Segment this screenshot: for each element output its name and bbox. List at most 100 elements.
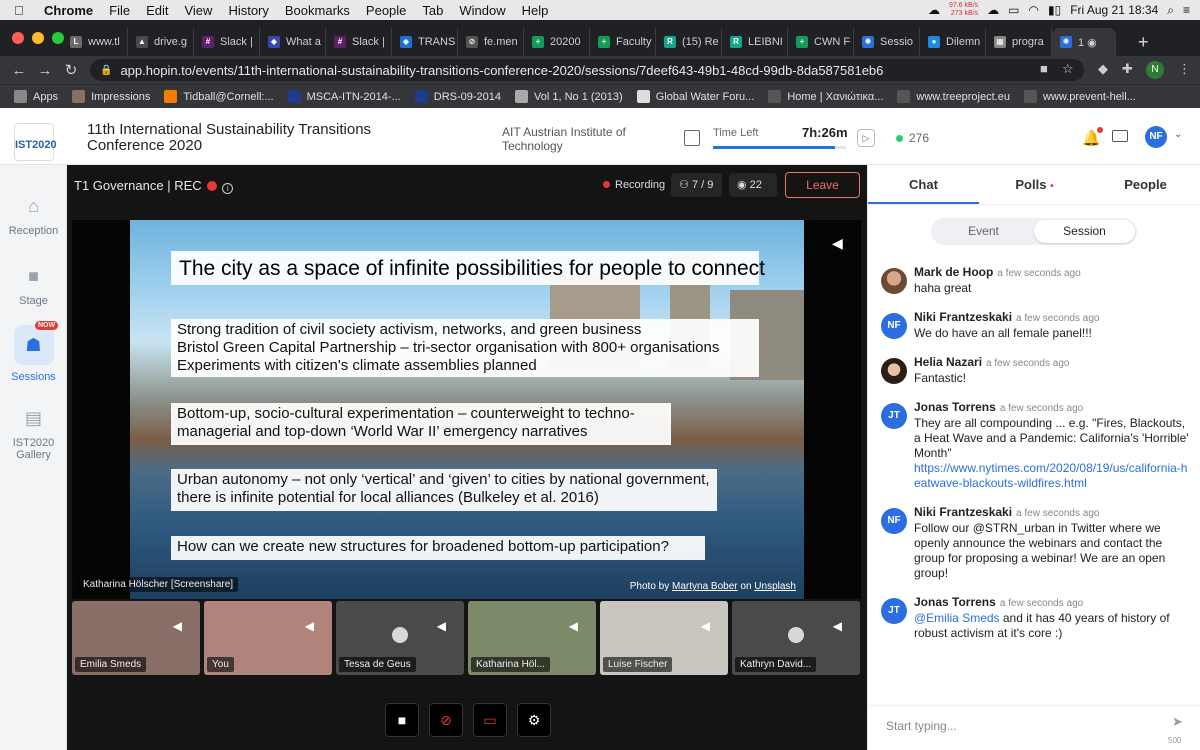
lock-icon[interactable]: 🔒 <box>100 65 112 76</box>
browser-tab[interactable]: # Slack | <box>194 28 260 56</box>
tab-people[interactable]: People <box>1090 165 1200 204</box>
segment-event[interactable]: Event <box>933 220 1034 243</box>
mail-icon[interactable] <box>1112 130 1128 142</box>
nav-reception[interactable]: ⌂ Reception <box>0 193 67 238</box>
speaker-icon[interactable]: ◀ <box>701 619 710 633</box>
star-icon[interactable]: ☆ <box>1062 61 1074 77</box>
bookmark-item[interactable]: Global Water Foru... <box>636 90 754 103</box>
forward-icon[interactable]: → <box>32 62 58 79</box>
settings-gear-button[interactable]: ⚙ <box>517 703 551 737</box>
message-author[interactable]: Niki Frantzeskaki a few seconds ago <box>914 505 1189 519</box>
bookmark-item[interactable]: Tidball@Cornell:... <box>164 90 274 103</box>
menu-help[interactable]: Help <box>522 3 549 18</box>
mic-muted-button[interactable]: ⊘ <box>429 703 463 737</box>
message-author[interactable]: Mark de Hoop a few seconds ago <box>914 265 1189 279</box>
back-icon[interactable]: ← <box>6 62 32 79</box>
user-avatar[interactable]: NF <box>1145 126 1167 148</box>
browser-tab[interactable]: ▦ progra <box>986 28 1052 56</box>
menu-view[interactable]: View <box>184 3 212 18</box>
message-author[interactable]: Niki Frantzeskaki a few seconds ago <box>914 310 1189 324</box>
battery-icon[interactable]: ▮▯ <box>1048 3 1061 17</box>
calendar-icon[interactable] <box>684 130 700 146</box>
chat-input[interactable] <box>886 716 1156 736</box>
send-icon[interactable]: ➤ <box>1172 714 1183 730</box>
mention-link[interactable]: @Emilia Smeds <box>914 611 1000 625</box>
message-author[interactable]: Jonas Torrens a few seconds ago <box>914 400 1189 414</box>
apple-icon[interactable]:  <box>14 3 32 18</box>
browser-tab[interactable]: ⊘ fe.men <box>458 28 524 56</box>
browser-tab[interactable]: R LEIBNI <box>722 28 788 56</box>
browser-tab[interactable]: ✺ Sessio <box>854 28 920 56</box>
menu-tab[interactable]: Tab <box>422 3 443 18</box>
participant-tile[interactable]: ◀ Tessa de Geus <box>336 601 464 675</box>
tab-chat[interactable]: Chat <box>868 165 979 204</box>
organizer-name[interactable]: AIT Austrian Institute of Technology <box>502 125 662 153</box>
avatar[interactable] <box>881 268 907 294</box>
menubar-clock[interactable]: Fri Aug 21 18:34 <box>1070 3 1158 17</box>
menu-history[interactable]: History <box>228 3 268 18</box>
display-icon[interactable]: ▭ <box>1008 3 1019 17</box>
bookmark-item[interactable]: Apps <box>14 90 58 103</box>
browser-tab[interactable]: + CWN F <box>788 28 854 56</box>
participants-count[interactable]: ⚇ 7 / 9 <box>671 173 722 197</box>
nav-gallery[interactable]: ▤ IST2020 Gallery <box>0 405 67 462</box>
browser-tab[interactable]: ✺ 1 ◉ <box>1052 28 1116 56</box>
avatar[interactable]: JT <box>881 403 907 429</box>
more-menu-icon[interactable]: ⋮ <box>1178 61 1191 77</box>
minimize-window-button[interactable] <box>32 32 44 44</box>
bookmark-item[interactable]: www.treeproject.eu <box>897 90 1010 103</box>
viewers-count[interactable]: ◉ 22 <box>729 173 777 197</box>
message-link[interactable]: https://www.nytimes.com/2020/08/19/us/ca… <box>914 461 1189 491</box>
segment-session[interactable]: Session <box>1034 220 1135 243</box>
control-center-icon[interactable]: ≡ <box>1183 3 1190 17</box>
avatar[interactable]: JT <box>881 598 907 624</box>
new-tab-button[interactable]: + <box>1138 28 1149 56</box>
browser-tab[interactable]: ▲ drive.g <box>128 28 194 56</box>
search-icon[interactable]: ⌕ <box>1167 3 1174 18</box>
speaker-icon[interactable]: ◀ <box>305 619 314 633</box>
wifi-icon[interactable]: ◠ <box>1028 3 1038 17</box>
participant-tile[interactable]: ◀ Kathryn David... <box>732 601 860 675</box>
bookmark-item[interactable]: MSCA-ITN-2014-... <box>287 90 401 103</box>
nav-stage[interactable]: ■ Stage <box>0 263 67 308</box>
browser-tab[interactable]: R (15) Re <box>656 28 722 56</box>
avatar[interactable] <box>881 358 907 384</box>
collapse-panel-button[interactable]: ▷ <box>857 129 875 147</box>
speaker-icon[interactable]: ◀ <box>173 619 182 633</box>
address-bar[interactable]: 🔒 app.hopin.to/events/11th-international… <box>90 59 1084 81</box>
screenshare-stop-button[interactable]: ▭ <box>473 703 507 737</box>
browser-tab[interactable]: ● Dilemn <box>920 28 986 56</box>
speaker-icon[interactable]: ◀ <box>437 619 446 633</box>
browser-tab[interactable]: ◆ What a <box>260 28 326 56</box>
bookmark-item[interactable]: Impressions <box>72 90 150 103</box>
browser-tab[interactable]: Lwww.tl <box>62 28 128 56</box>
chevron-down-icon[interactable]: ⌄ <box>1174 129 1182 140</box>
menu-app-name[interactable]: Chrome <box>44 3 93 18</box>
menu-file[interactable]: File <box>109 3 130 18</box>
participant-tile[interactable]: ◀ Emilia Smeds <box>72 601 200 675</box>
avatar[interactable]: NF <box>881 508 907 534</box>
browser-tab[interactable]: ◆ TRANS <box>392 28 458 56</box>
creative-cloud-icon[interactable]: ☁ <box>928 3 940 17</box>
leave-button[interactable]: Leave <box>785 172 860 198</box>
browser-tab[interactable]: + Faculty <box>590 28 656 56</box>
browser-tab[interactable]: +20200 <box>524 28 590 56</box>
speaker-icon[interactable]: ◀ <box>569 619 578 633</box>
nav-sessions[interactable]: ☗ NOW Sessions <box>0 321 67 383</box>
speaker-volume-icon[interactable]: ◀ <box>832 235 843 252</box>
conference-logo[interactable]: IST2020 <box>14 123 57 161</box>
bookmark-item[interactable]: Home | Χανιώτικα... <box>768 90 883 103</box>
tab-polls[interactable]: Polls • <box>979 165 1090 204</box>
participant-tile[interactable]: ◀ Luise Fischer <box>600 601 728 675</box>
profile-avatar[interactable]: N <box>1146 61 1164 79</box>
menu-window[interactable]: Window <box>459 3 505 18</box>
menu-edit[interactable]: Edit <box>146 3 168 18</box>
bookmark-item[interactable]: Vol 1, No 1 (2013) <box>515 90 623 103</box>
participant-tile[interactable]: ◀ You <box>204 601 332 675</box>
reload-icon[interactable]: ↻ <box>58 61 84 79</box>
speaker-icon[interactable]: ◀ <box>833 619 842 633</box>
cloud-icon[interactable]: ☁ <box>987 3 999 17</box>
dropbox-extension-icon[interactable]: ◆ <box>1098 61 1108 77</box>
browser-tab[interactable]: # Slack | <box>326 28 392 56</box>
message-author[interactable]: Jonas Torrens a few seconds ago <box>914 595 1189 609</box>
